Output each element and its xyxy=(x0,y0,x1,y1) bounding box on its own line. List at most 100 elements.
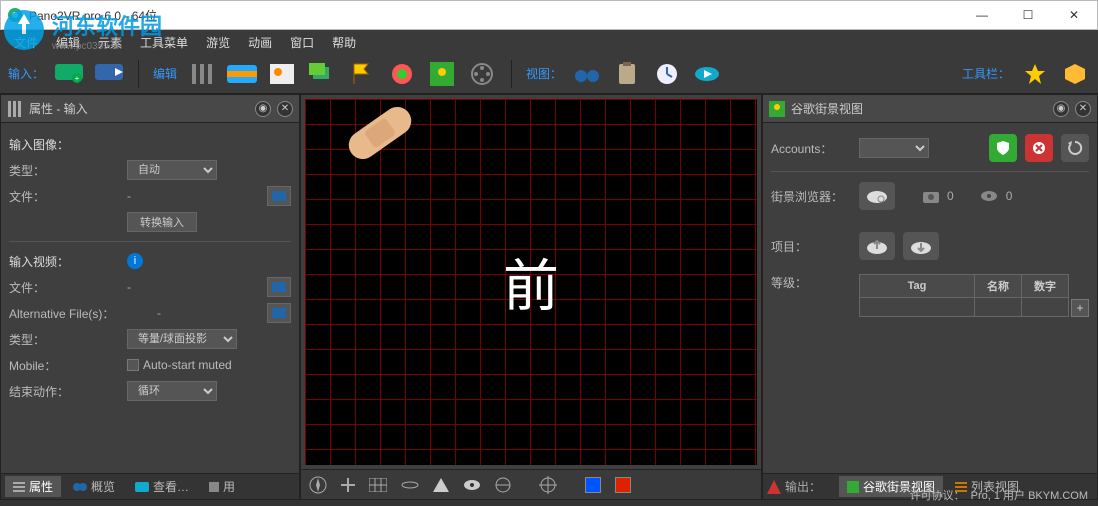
th-tag: Tag xyxy=(860,275,975,298)
autostart-muted-checkbox[interactable]: Auto-start muted xyxy=(127,358,232,372)
output-label: 输出： xyxy=(785,478,821,495)
camera-icon xyxy=(923,189,939,203)
window-title: Pano2VR pro 6.0 - 64位 xyxy=(29,7,157,24)
altfile-browse-button[interactable] xyxy=(267,303,291,323)
add-level-button[interactable]: + xyxy=(1071,299,1089,317)
streetview-tab-icon xyxy=(847,481,859,493)
browser-label: 街景浏览器： xyxy=(771,188,851,205)
open-pano-icon[interactable]: + xyxy=(54,59,84,89)
clipboard-icon[interactable] xyxy=(612,59,642,89)
eye-play-icon[interactable] xyxy=(692,59,722,89)
th-num: 数字 xyxy=(1021,275,1068,298)
output-icon xyxy=(767,480,781,494)
license-value: Pro, 1 用户 BKYM.COM xyxy=(971,487,1088,503)
streetview-panel: 谷歌街景视图 ◉ ✕ Accounts： 街景浏览器： 0 xyxy=(762,94,1098,500)
horizon-icon[interactable] xyxy=(401,478,419,492)
clock-icon[interactable] xyxy=(652,59,682,89)
altfile-value: - xyxy=(157,306,259,320)
streetview-icon[interactable] xyxy=(427,59,457,89)
panel-close-button[interactable]: ✕ xyxy=(277,101,293,117)
cloud-search-icon[interactable] xyxy=(859,182,895,210)
levels-table[interactable]: Tag 名称 数字 xyxy=(859,274,1069,317)
menu-file[interactable]: 文件 xyxy=(6,32,46,53)
remove-account-icon[interactable] xyxy=(1025,134,1053,162)
globe-half-icon[interactable] xyxy=(495,477,511,493)
toolbar-edit-label: 编辑 xyxy=(153,65,177,82)
minimize-button[interactable]: — xyxy=(959,0,1005,30)
close-button[interactable]: ✕ xyxy=(1051,0,1097,30)
toolbar-view-label: 视图： xyxy=(526,65,562,82)
panel-popout-button[interactable]: ◉ xyxy=(255,101,271,117)
vtype-select[interactable]: 等量/球面投影 xyxy=(127,329,237,349)
info-icon[interactable]: i xyxy=(127,253,143,269)
titlebar-window: Pano2VR pro 6.0 - 64位 — ☐ ✕ xyxy=(0,0,1098,30)
package-tool-icon[interactable] xyxy=(1060,59,1090,89)
binoculars-icon xyxy=(73,482,87,492)
viewport[interactable]: 前 xyxy=(305,99,757,465)
list-icon xyxy=(13,482,25,492)
contact-card-icon[interactable] xyxy=(267,59,297,89)
shield-ok-icon[interactable] xyxy=(989,134,1017,162)
flag-icon[interactable] xyxy=(347,59,377,89)
open-video-icon[interactable] xyxy=(94,59,124,89)
accounts-select[interactable] xyxy=(859,138,929,158)
license-label: 许可协议： xyxy=(910,487,965,503)
refresh-icon[interactable] xyxy=(1061,134,1089,162)
table-row[interactable] xyxy=(860,298,975,317)
cloud-upload-icon[interactable] xyxy=(859,232,895,260)
cone-icon[interactable] xyxy=(433,478,449,492)
panorama-strip-icon[interactable] xyxy=(227,59,257,89)
panel-close-button[interactable]: ✕ xyxy=(1075,101,1091,117)
maximize-button[interactable]: ☐ xyxy=(1005,0,1051,30)
star-tool-icon[interactable] xyxy=(1020,59,1050,89)
file-browse-button[interactable] xyxy=(267,186,291,206)
images-stack-icon[interactable] xyxy=(307,59,337,89)
svg-text:+: + xyxy=(75,74,80,83)
film-reel-icon[interactable] xyxy=(467,59,497,89)
viewport-toolbar xyxy=(301,469,761,499)
status-bar: 许可协议： Pro, 1 用户 BKYM.COM xyxy=(900,484,1098,506)
menu-tools[interactable]: 工具菜单 xyxy=(132,32,196,53)
compass-icon[interactable] xyxy=(309,476,327,494)
th-name: 名称 xyxy=(974,275,1021,298)
endaction-select[interactable]: 循环 xyxy=(127,381,217,401)
eye-count-icon xyxy=(980,190,998,202)
add-icon[interactable] xyxy=(341,478,355,492)
cloud-download-icon[interactable] xyxy=(903,232,939,260)
binoculars-icon[interactable] xyxy=(572,59,602,89)
sliders-small-icon xyxy=(7,101,23,117)
viewport-panel: 前 xyxy=(300,94,762,500)
menu-help[interactable]: 帮助 xyxy=(324,32,364,53)
menu-edit[interactable]: 编辑 xyxy=(48,32,88,53)
vtype-label: 类型： xyxy=(9,331,119,348)
color-swatch-red[interactable] xyxy=(615,477,631,493)
sliders-icon[interactable] xyxy=(187,59,217,89)
mobile-label: Mobile： xyxy=(9,357,119,374)
section-input-image: 输入图像： xyxy=(9,136,119,153)
type-label: 类型： xyxy=(9,162,119,179)
file-value: - xyxy=(127,189,259,203)
vfile-label: 文件： xyxy=(9,279,119,296)
grid-icon[interactable] xyxy=(369,478,387,492)
tab-view[interactable]: 查看… xyxy=(127,476,197,497)
menu-window[interactable]: 窗口 xyxy=(282,32,322,53)
menu-elements[interactable]: 元素 xyxy=(90,32,130,53)
tab-use[interactable]: 用 xyxy=(201,476,243,497)
mask-icon[interactable] xyxy=(387,59,417,89)
type-select[interactable]: 自动 xyxy=(127,160,217,180)
altfile-label: Alternative File(s)： xyxy=(9,305,149,322)
eye-icon[interactable] xyxy=(463,478,481,492)
color-swatch-blue[interactable] xyxy=(585,477,601,493)
target-icon[interactable] xyxy=(539,476,557,494)
panel-popout-button[interactable]: ◉ xyxy=(1053,101,1069,117)
file-label: 文件： xyxy=(9,188,119,205)
menu-animation[interactable]: 动画 xyxy=(240,32,280,53)
tab-overview[interactable]: 概览 xyxy=(65,476,123,497)
properties-title: 属性 - 输入 xyxy=(29,100,249,117)
convert-input-button[interactable]: 转换输入 xyxy=(127,212,197,232)
pano-small-icon xyxy=(135,482,149,492)
tab-properties[interactable]: 属性 xyxy=(5,476,61,497)
menu-tour[interactable]: 游览 xyxy=(198,32,238,53)
section-input-video: 输入视频： xyxy=(9,253,119,270)
vfile-browse-button[interactable] xyxy=(267,277,291,297)
